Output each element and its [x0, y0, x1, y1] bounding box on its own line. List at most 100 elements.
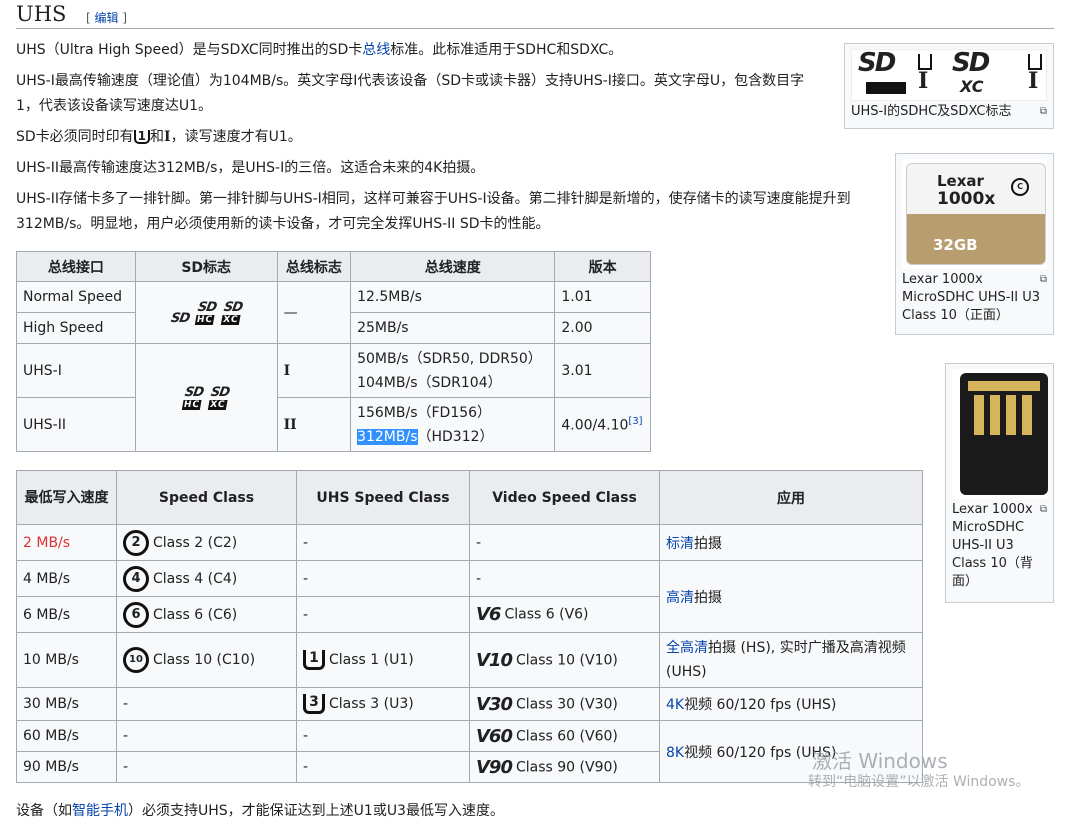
cell-uhs-class: - [296, 560, 470, 597]
col-header: 应用 [659, 470, 923, 525]
cell-speed-class: 4 Class 4 (C4) [116, 560, 297, 597]
thumb-card-back[interactable]: Lexar 1000x MicroSDHC UHS-II U3 Class 10… [945, 363, 1054, 603]
edit-link[interactable]: 编辑 [95, 11, 119, 25]
uhs-logos-image: SD I SD XC I [851, 49, 1047, 101]
v90-icon: V90 [476, 756, 513, 778]
cell-min-speed: 2 MB/s [16, 524, 117, 561]
magnify-icon[interactable]: ⧉ [1040, 103, 1047, 121]
paragraph-uhs2: UHS-II最高传输速度达312MB/s，是UHS-I的三倍。这适合未来的4K拍… [16, 160, 485, 176]
activation-watermark-title: 激活 Windows [812, 749, 948, 773]
full-hd-link[interactable]: 全高清 [666, 640, 708, 656]
cell-speed-class: 6 Class 6 (C6) [116, 596, 297, 633]
table-row: Normal Speed SDSD HC SD XC — 12.5MB/s 1.01 [16, 281, 651, 344]
cell-speed-class: 10 Class 10 (C10) [116, 632, 297, 688]
activation-watermark-text: 转到“电脑设置”以激活 Windows。 [808, 774, 1030, 790]
class-10-icon: 10 [123, 647, 149, 673]
cell-application: 4K视频 60/120 fps (UHS) [659, 687, 923, 721]
cell-iface: High Speed [16, 312, 136, 344]
cell-bus: I [276, 343, 352, 398]
u1-icon: 1 [303, 650, 325, 670]
table-row: 60 MB/s - - V60 Class 60 (V60) 8K视频 60/12… [16, 720, 923, 783]
cell-speed: 25MB/s [350, 312, 556, 344]
bus-interface-table: 总线接口 SD标志 总线标志 总线速度 版本 Normal Speed SDSD… [16, 251, 651, 452]
uhs-i-icon: I [1028, 68, 1039, 94]
class-10-icon: C [1011, 178, 1029, 196]
magnify-icon[interactable]: ⧉ [1040, 271, 1047, 289]
paragraph-uhs2-pins: UHS-II存储卡多了一排针脚。第一排针脚与UHS-I相同，这样可兼容于UHS-… [16, 191, 851, 232]
card-capacity: 32GB [933, 236, 978, 254]
cell-version: 3.01 [554, 343, 651, 398]
cell-version: 4.00/4.10[3] [554, 397, 651, 452]
table-row: 4 MB/s 4 Class 4 (C4) - - 高清拍摄 [16, 560, 923, 633]
cell-speed: 12.5MB/s [350, 281, 556, 313]
cell-speed-class: 2 Class 2 (C2) [116, 524, 297, 561]
paragraph-u1-note: SD卡必须同时印有 1 和I，读写速度才有U1。 [16, 129, 302, 145]
cell-video-class: V10 Class 10 (V10) [469, 632, 660, 688]
col-header: Speed Class [116, 470, 297, 525]
table-row: UHS-I SD HC SD XC I 50MB/s（SDR50, DDR50） 104… [16, 343, 651, 452]
v60-icon: V60 [476, 725, 513, 747]
smartphone-link[interactable]: 智能手机 [72, 803, 128, 819]
v6-icon: V6 [476, 604, 501, 625]
cell-uhs-class: - [296, 596, 470, 633]
col-header: 总线标志 [276, 251, 352, 282]
col-header: 最低写入速度 [16, 470, 117, 525]
cell-min-speed: 30 MB/s [16, 687, 117, 721]
bus-link[interactable]: 总线 [362, 42, 390, 58]
cell-bus: II [276, 397, 352, 452]
card-front-image: Lexar 1000x C 32GB [902, 159, 1047, 269]
thumb-uhs-logos[interactable]: SD I SD XC I UHS-I的SDHC及SDXC标志 ⧉ [844, 43, 1054, 129]
cell-min-speed: 4 MB/s [16, 560, 117, 597]
thumb-caption: UHS-I的SDHC及SDXC标志 ⧉ [851, 103, 1047, 121]
cell-speed-class: - [116, 687, 297, 721]
cell-iface: UHS-II [16, 397, 136, 452]
ref-link[interactable]: [3] [628, 416, 642, 427]
sdxc-logo-icon: SD [952, 48, 990, 78]
mbs-link[interactable]: MB/s [36, 535, 70, 551]
cell-uhs-class: - [296, 720, 470, 752]
table-header-row: 总线接口 SD标志 总线标志 总线速度 版本 [16, 251, 651, 282]
uhs-i-icon: I [918, 68, 929, 94]
col-header: 总线速度 [350, 251, 556, 282]
v30-icon: V30 [476, 693, 513, 715]
4k-link[interactable]: 4K [666, 697, 684, 713]
sd-uhs-logos-cell: SD HC SD XC [134, 343, 278, 452]
col-header: UHS Speed Class [296, 470, 470, 525]
card-speed: 1000x [937, 189, 996, 209]
cell-video-class: V60 Class 60 (V60) [469, 720, 660, 752]
table-row: 10 MB/s 10 Class 10 (C10) 1 Class 1 (U1) V… [16, 632, 923, 688]
xc-icon: XC [960, 77, 984, 96]
cell-iface: UHS-I [16, 343, 136, 398]
paragraph-uhs1: UHS-I最高传输速度（理论值）为104MB/s。英文字母I代表该设备（SD卡或… [16, 73, 805, 114]
cell-application: 高清拍摄 [659, 560, 923, 633]
cell-speed: 156MB/s（FD156） 312MB/s（HD312） [350, 397, 556, 452]
edit-section: [ 编辑 ] [86, 11, 128, 25]
magnify-icon[interactable]: ⧉ [1040, 501, 1047, 519]
sd-video-link[interactable]: 标清 [666, 536, 694, 552]
cell-video-class: - [469, 560, 660, 597]
sd-logos-cell: SDSD HC SD XC [134, 281, 278, 344]
section-title: UHS [16, 2, 67, 26]
speed-class-table: 最低写入速度 Speed Class UHS Speed Class Video… [16, 470, 923, 783]
sdxc-logo-icon: SD XC [207, 384, 231, 410]
cell-min-speed: 90 MB/s [16, 751, 117, 783]
cell-min-speed: 10 MB/s [16, 632, 117, 688]
cell-speed-class: - [116, 751, 297, 783]
section-heading: UHS [ 编辑 ] [16, 0, 1054, 29]
class-6-icon: 6 [123, 601, 149, 628]
cell-uhs-class: - [296, 751, 470, 783]
thumb-card-front[interactable]: Lexar 1000x C 32GB Lexar 1000x MicroSDHC… [895, 153, 1054, 335]
cell-bus: — [276, 281, 352, 344]
cell-speed-class: - [116, 720, 297, 752]
cell-video-class: - [469, 524, 660, 561]
card-brand: Lexar [937, 172, 984, 190]
cell-min-speed: 6 MB/s [16, 596, 117, 633]
8k-link[interactable]: 8K [666, 745, 684, 761]
u1-icon: 1 [133, 130, 151, 144]
hd-link[interactable]: 高清 [666, 590, 694, 606]
hc-bar-icon [866, 82, 906, 94]
cell-video-class: V30 Class 30 (V30) [469, 687, 660, 721]
cell-speed: 50MB/s（SDR50, DDR50） 104MB/s（SDR104） [350, 343, 556, 398]
sdhc-logo-icon: SD HC [194, 299, 218, 325]
sdxc-logo-icon: SD XC [221, 299, 244, 325]
